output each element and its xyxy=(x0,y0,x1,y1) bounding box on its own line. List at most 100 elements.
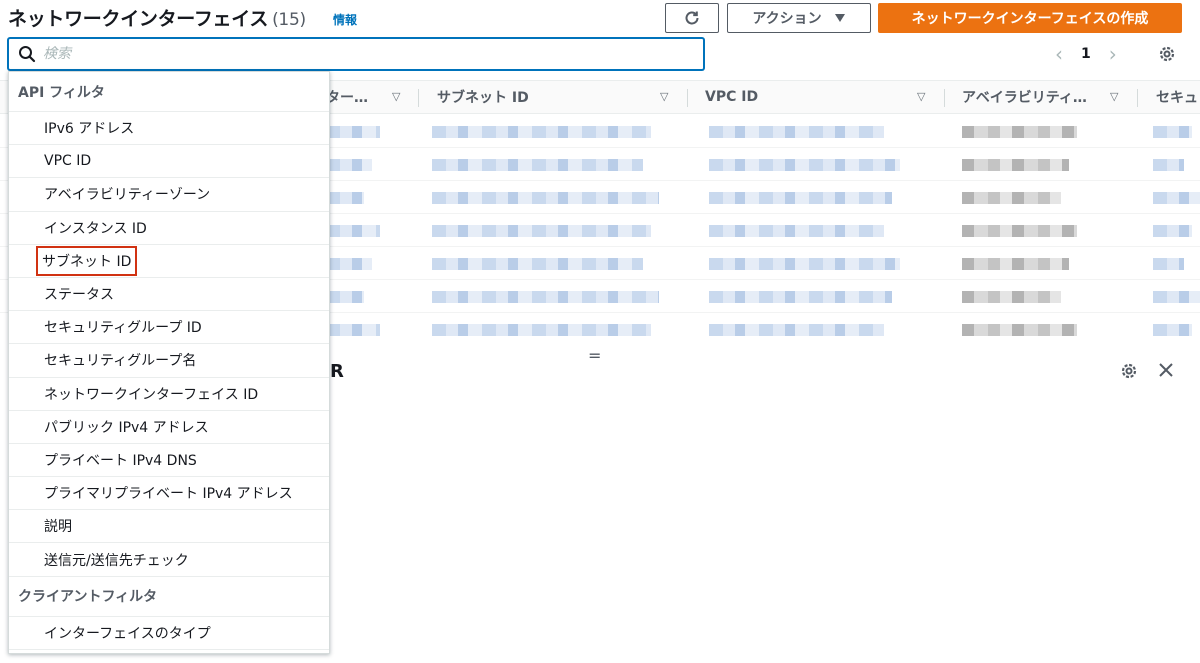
filter-option[interactable]: セキュリティグループ名 xyxy=(9,344,329,378)
redacted-cell xyxy=(962,225,1077,237)
filter-option-label: プライベート IPv4 DNS xyxy=(44,452,197,469)
filter-option-label: ステータス xyxy=(44,287,114,304)
filter-option[interactable]: アベイラビリティーゾーン xyxy=(9,178,329,212)
chevron-left-icon[interactable]: ‹ xyxy=(1055,42,1063,66)
filter-option[interactable]: ネットワークインターフェイス ID xyxy=(9,378,329,411)
redacted-cell xyxy=(326,258,372,270)
redacted-cell xyxy=(709,258,900,270)
redacted-cell xyxy=(1153,324,1192,336)
redacted-cell xyxy=(326,324,380,336)
page-title-text: ネットワークインターフェイス xyxy=(8,8,269,30)
search-input[interactable] xyxy=(9,39,703,69)
redacted-cell xyxy=(432,192,659,204)
close-icon[interactable] xyxy=(1157,361,1175,379)
filter-option-label: ネットワークインターフェイス ID xyxy=(44,386,259,403)
chevron-right-icon[interactable]: › xyxy=(1109,42,1117,66)
redacted-cell xyxy=(326,126,380,138)
redacted-cell xyxy=(962,192,1061,204)
refresh-button[interactable] xyxy=(665,3,719,33)
search-box xyxy=(8,38,704,70)
redacted-cell xyxy=(962,159,1069,171)
sort-icon[interactable]: ▽ xyxy=(392,90,400,103)
client-filter-header: クライアントフィルタ xyxy=(9,577,329,617)
filter-option[interactable]: プライマリプライベート IPv4 アドレス xyxy=(9,477,329,511)
column-divider[interactable] xyxy=(944,89,945,107)
column-header[interactable]: ター… xyxy=(326,81,386,113)
filter-option-label: インターフェイスのタイプ xyxy=(44,625,211,642)
redacted-cell xyxy=(432,258,643,270)
redacted-cell xyxy=(1153,126,1192,138)
filter-option[interactable]: インスタンス ID xyxy=(9,212,329,245)
filter-option[interactable]: プライベート IPv4 DNS xyxy=(9,444,329,478)
filter-option-label: セキュリティグループ ID xyxy=(44,320,202,337)
filter-option-label: アベイラビリティーゾーン xyxy=(44,187,211,204)
caret-down-icon xyxy=(834,14,845,22)
filter-option[interactable]: IPv6 アドレス xyxy=(9,112,329,146)
gear-icon[interactable] xyxy=(1157,44,1177,64)
redacted-cell xyxy=(432,159,643,171)
redacted-cell xyxy=(326,225,380,237)
filter-option-label: パブリック IPv4 アドレス xyxy=(44,419,209,436)
column-divider[interactable] xyxy=(687,89,688,107)
redacted-cell xyxy=(709,225,884,237)
resize-handle[interactable]: = xyxy=(588,346,601,365)
details-panel-title: R xyxy=(330,361,344,382)
filter-option-label: IPv6 アドレス xyxy=(44,121,135,138)
redacted-cell xyxy=(432,126,651,138)
pagination: ‹ 1 › xyxy=(1055,42,1117,66)
column-header[interactable]: アベイラビリティ… xyxy=(962,81,1102,113)
redacted-cell xyxy=(962,258,1069,270)
filter-option-label: プライマリプライベート IPv4 アドレス xyxy=(44,486,293,503)
filter-option-label: セキュリティグループ名 xyxy=(44,353,197,370)
filter-option-label: 送信元/送信先チェック xyxy=(44,552,189,569)
redacted-cell xyxy=(709,324,884,336)
redacted-cell xyxy=(1153,192,1200,204)
actions-button[interactable]: アクション xyxy=(727,3,871,33)
redacted-cell xyxy=(432,324,651,336)
filter-option[interactable]: パブリック IPv4 アドレス xyxy=(9,411,329,444)
create-network-interface-button[interactable]: ネットワークインターフェイスの作成 xyxy=(878,3,1182,33)
info-link[interactable]: 情報 xyxy=(333,11,357,28)
redacted-cell xyxy=(1153,291,1200,303)
filter-option-label: インスタンス ID xyxy=(44,220,147,237)
filter-option[interactable]: セキュリティグループ ID xyxy=(9,311,329,345)
filter-option-label: VPC ID xyxy=(44,153,92,170)
redacted-cell xyxy=(709,192,892,204)
filter-option[interactable]: ステータス xyxy=(9,278,329,312)
redacted-cell xyxy=(1153,159,1184,171)
redacted-cell xyxy=(326,192,364,204)
redacted-cell xyxy=(432,291,659,303)
redacted-cell xyxy=(709,126,884,138)
item-count: (15) xyxy=(272,10,306,30)
actions-label: アクション xyxy=(752,11,822,27)
column-header[interactable]: VPC ID xyxy=(705,81,905,113)
redacted-cell xyxy=(432,225,651,237)
redacted-cell xyxy=(326,159,372,171)
filter-option[interactable]: インターフェイスのタイプ xyxy=(9,617,329,650)
filter-option[interactable]: サブネット ID xyxy=(9,245,329,278)
filter-option-label: サブネット ID xyxy=(35,245,138,276)
redacted-cell xyxy=(962,324,1077,336)
api-filter-header: API フィルタ xyxy=(9,72,329,112)
redacted-cell xyxy=(962,291,1061,303)
sort-icon[interactable]: ▽ xyxy=(1110,90,1118,103)
column-header[interactable]: サブネット ID xyxy=(437,81,657,113)
filter-option-label: 説明 xyxy=(44,519,72,536)
redacted-cell xyxy=(962,126,1077,138)
filter-option[interactable]: 送信元/送信先チェック xyxy=(9,543,329,577)
page-number[interactable]: 1 xyxy=(1081,46,1091,62)
filter-dropdown: API フィルタ IPv6 アドレス VPC ID アベイラビリティーゾーン インスタ… xyxy=(8,71,330,654)
refresh-icon xyxy=(685,11,699,25)
sort-icon[interactable]: ▽ xyxy=(917,90,925,103)
sort-icon[interactable]: ▽ xyxy=(660,90,668,103)
gear-icon[interactable] xyxy=(1119,361,1139,381)
column-header[interactable]: セキュ xyxy=(1156,81,1200,113)
redacted-cell xyxy=(709,291,892,303)
page-title: ネットワークインターフェイス (15) xyxy=(8,4,306,31)
redacted-cell xyxy=(326,291,364,303)
create-label: ネットワークインターフェイスの作成 xyxy=(911,11,1149,27)
filter-option[interactable]: VPC ID xyxy=(9,145,329,179)
column-divider[interactable] xyxy=(1137,89,1138,107)
column-divider[interactable] xyxy=(418,89,419,107)
filter-option[interactable]: 説明 xyxy=(9,510,329,544)
